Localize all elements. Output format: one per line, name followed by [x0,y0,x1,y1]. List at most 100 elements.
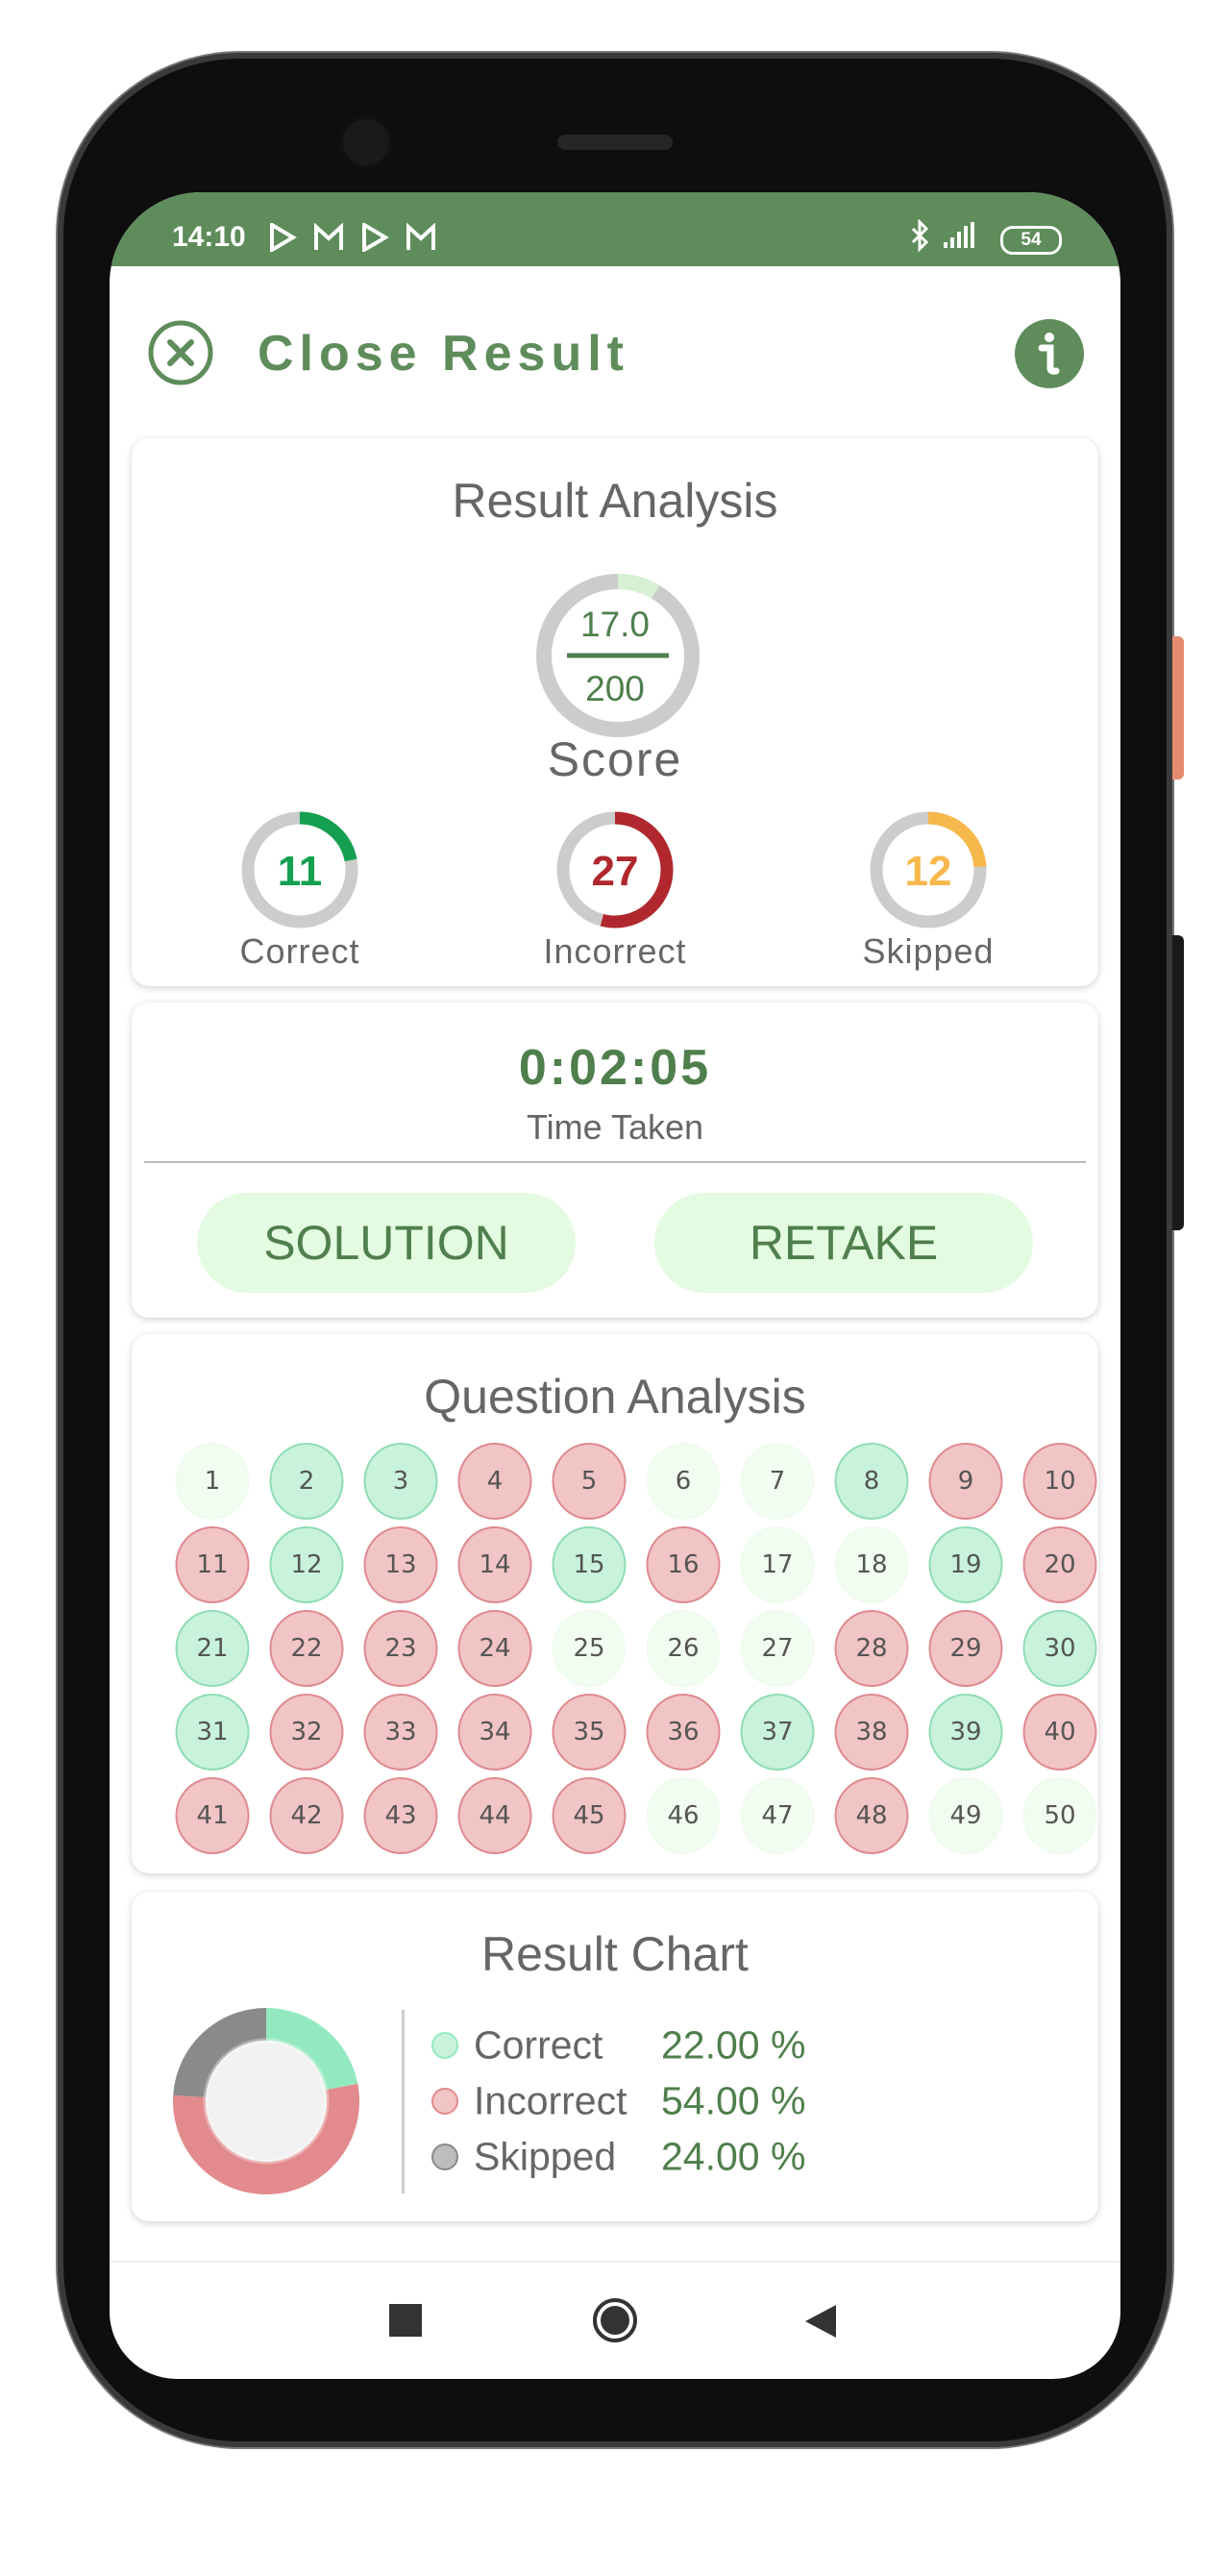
nav-divider [110,2261,1120,2263]
question-bubble-correct[interactable]: 39 [928,1694,1003,1771]
question-bubble-incorrect[interactable]: 22 [269,1610,344,1687]
question-bubble-incorrect[interactable]: 42 [269,1777,344,1854]
time-taken-label: Time Taken [526,1107,704,1147]
question-bubble-incorrect[interactable]: 5 [552,1443,627,1520]
status-bar: 14:10 54 [110,192,1120,266]
question-bubble-correct[interactable]: 31 [175,1694,250,1771]
question-bubble-incorrect[interactable]: 44 [457,1777,532,1854]
status-time: 14:10 [172,221,246,253]
question-bubble-skipped[interactable]: 17 [740,1526,815,1603]
question-bubble-incorrect[interactable]: 41 [175,1777,250,1854]
question-bubble-incorrect[interactable]: 38 [834,1694,909,1771]
result-chart-card: Result Chart Correct 22.00 % Incorrect 5… [132,1892,1098,2221]
question-bubble-correct[interactable]: 8 [834,1443,909,1520]
phone-side-button [1172,636,1184,780]
question-bubble-incorrect[interactable]: 32 [269,1694,344,1771]
legend-dot-skipped [431,2143,458,2170]
question-analysis-title: Question Analysis [424,1370,806,1424]
question-bubble-correct[interactable]: 3 [363,1443,438,1520]
divider [144,1161,1086,1163]
phone-power-button [1172,935,1184,1230]
question-bubble-incorrect[interactable]: 14 [457,1526,532,1603]
question-bubble-incorrect[interactable]: 20 [1022,1526,1097,1603]
legend-dot-correct [431,2032,458,2059]
legend-label: Incorrect [474,2078,627,2123]
question-bubble-incorrect[interactable]: 36 [646,1694,721,1771]
stat-value: 27 [591,848,639,895]
question-bubble-correct[interactable]: 2 [269,1443,344,1520]
signal-icon [944,222,974,248]
question-bubble-correct[interactable]: 21 [175,1610,250,1687]
question-bubble-incorrect[interactable]: 13 [363,1526,438,1603]
notification-icons [270,223,435,252]
legend-dot-incorrect [431,2088,458,2115]
result-chart-title: Result Chart [481,1927,749,1981]
retake-button[interactable]: RETAKE [654,1193,1033,1293]
legend-percent: 54.00 % [661,2078,806,2123]
question-bubble-skipped[interactable]: 47 [740,1777,815,1854]
question-bubble-incorrect[interactable]: 28 [834,1610,909,1687]
question-bubble-incorrect[interactable]: 35 [552,1694,627,1771]
bluetooth-icon [911,219,929,253]
question-bubble-incorrect[interactable]: 10 [1022,1443,1097,1520]
time-card: 0:02:05 Time Taken SOLUTION RETAKE [132,1003,1098,1318]
question-bubble-incorrect[interactable]: 45 [552,1777,627,1854]
question-bubble-skipped[interactable]: 50 [1022,1777,1097,1854]
question-bubble-incorrect[interactable]: 16 [646,1526,721,1603]
home-icon[interactable] [591,2296,639,2344]
score-value: 17.0 [579,605,651,644]
question-bubble-incorrect[interactable]: 43 [363,1777,438,1854]
speaker-grille [557,135,673,150]
result-analysis-card: Result Analysis 17.0 200 Score 11 Correc… [132,438,1098,986]
question-bubble-correct[interactable]: 19 [928,1526,1003,1603]
stat-label: Correct [239,931,360,971]
question-bubble-skipped[interactable]: 1 [175,1443,250,1520]
stat-value: 12 [904,848,952,895]
play-store-icon [270,223,297,252]
question-bubble-correct[interactable]: 30 [1022,1610,1097,1687]
legend-percent: 24.00 % [661,2134,806,2179]
close-circle-icon[interactable] [147,319,214,386]
question-bubble-correct[interactable]: 37 [740,1694,815,1771]
question-analysis-card: Question Analysis 1 2 3 4 5 6 7 8 9 10 11 12 13 14 15 1… [132,1334,1098,1873]
question-bubble-skipped[interactable]: 25 [552,1610,627,1687]
stat-label: Incorrect [543,931,687,971]
question-bubble-skipped[interactable]: 49 [928,1777,1003,1854]
screen: 14:10 54 Close Result Result Analysis 17… [110,192,1120,2379]
info-icon[interactable] [1014,318,1085,389]
battery-icon: 54 [1000,226,1062,255]
legend-label: Skipped [474,2134,617,2179]
question-bubble-skipped[interactable]: 18 [834,1526,909,1603]
question-bubble-incorrect[interactable]: 48 [834,1777,909,1854]
question-bubble-skipped[interactable]: 27 [740,1610,815,1687]
donut-hole [203,2038,330,2165]
recent-apps-icon[interactable] [389,2304,422,2337]
solution-button[interactable]: SOLUTION [197,1193,576,1293]
question-bubble-incorrect[interactable]: 40 [1022,1694,1097,1771]
question-bubble-incorrect[interactable]: 11 [175,1526,250,1603]
result-donut-chart [173,2008,359,2194]
play-store-icon [362,223,389,252]
legend-percent: 22.00 % [661,2022,806,2068]
question-bubble-incorrect[interactable]: 24 [457,1610,532,1687]
score-ring [536,574,700,737]
system-icons [911,219,974,253]
question-bubble-skipped[interactable]: 46 [646,1777,721,1854]
question-bubble-incorrect[interactable]: 9 [928,1443,1003,1520]
back-icon[interactable] [803,2303,838,2340]
question-bubble-incorrect[interactable]: 4 [457,1443,532,1520]
score-label: Score [547,732,683,786]
question-bubble-incorrect[interactable]: 34 [457,1694,532,1771]
result-analysis-title: Result Analysis [452,474,778,528]
question-bubble-skipped[interactable]: 7 [740,1443,815,1520]
legend-label: Correct [474,2022,603,2068]
question-bubble-skipped[interactable]: 26 [646,1610,721,1687]
question-bubble-incorrect[interactable]: 23 [363,1610,438,1687]
question-bubble-correct[interactable]: 12 [269,1526,344,1603]
close-result-title[interactable]: Close Result [258,325,629,383]
question-bubble-incorrect[interactable]: 29 [928,1610,1003,1687]
stat-value: 11 [277,848,323,895]
question-bubble-correct[interactable]: 15 [552,1526,627,1603]
question-bubble-incorrect[interactable]: 33 [363,1694,438,1771]
question-bubble-skipped[interactable]: 6 [646,1443,721,1520]
